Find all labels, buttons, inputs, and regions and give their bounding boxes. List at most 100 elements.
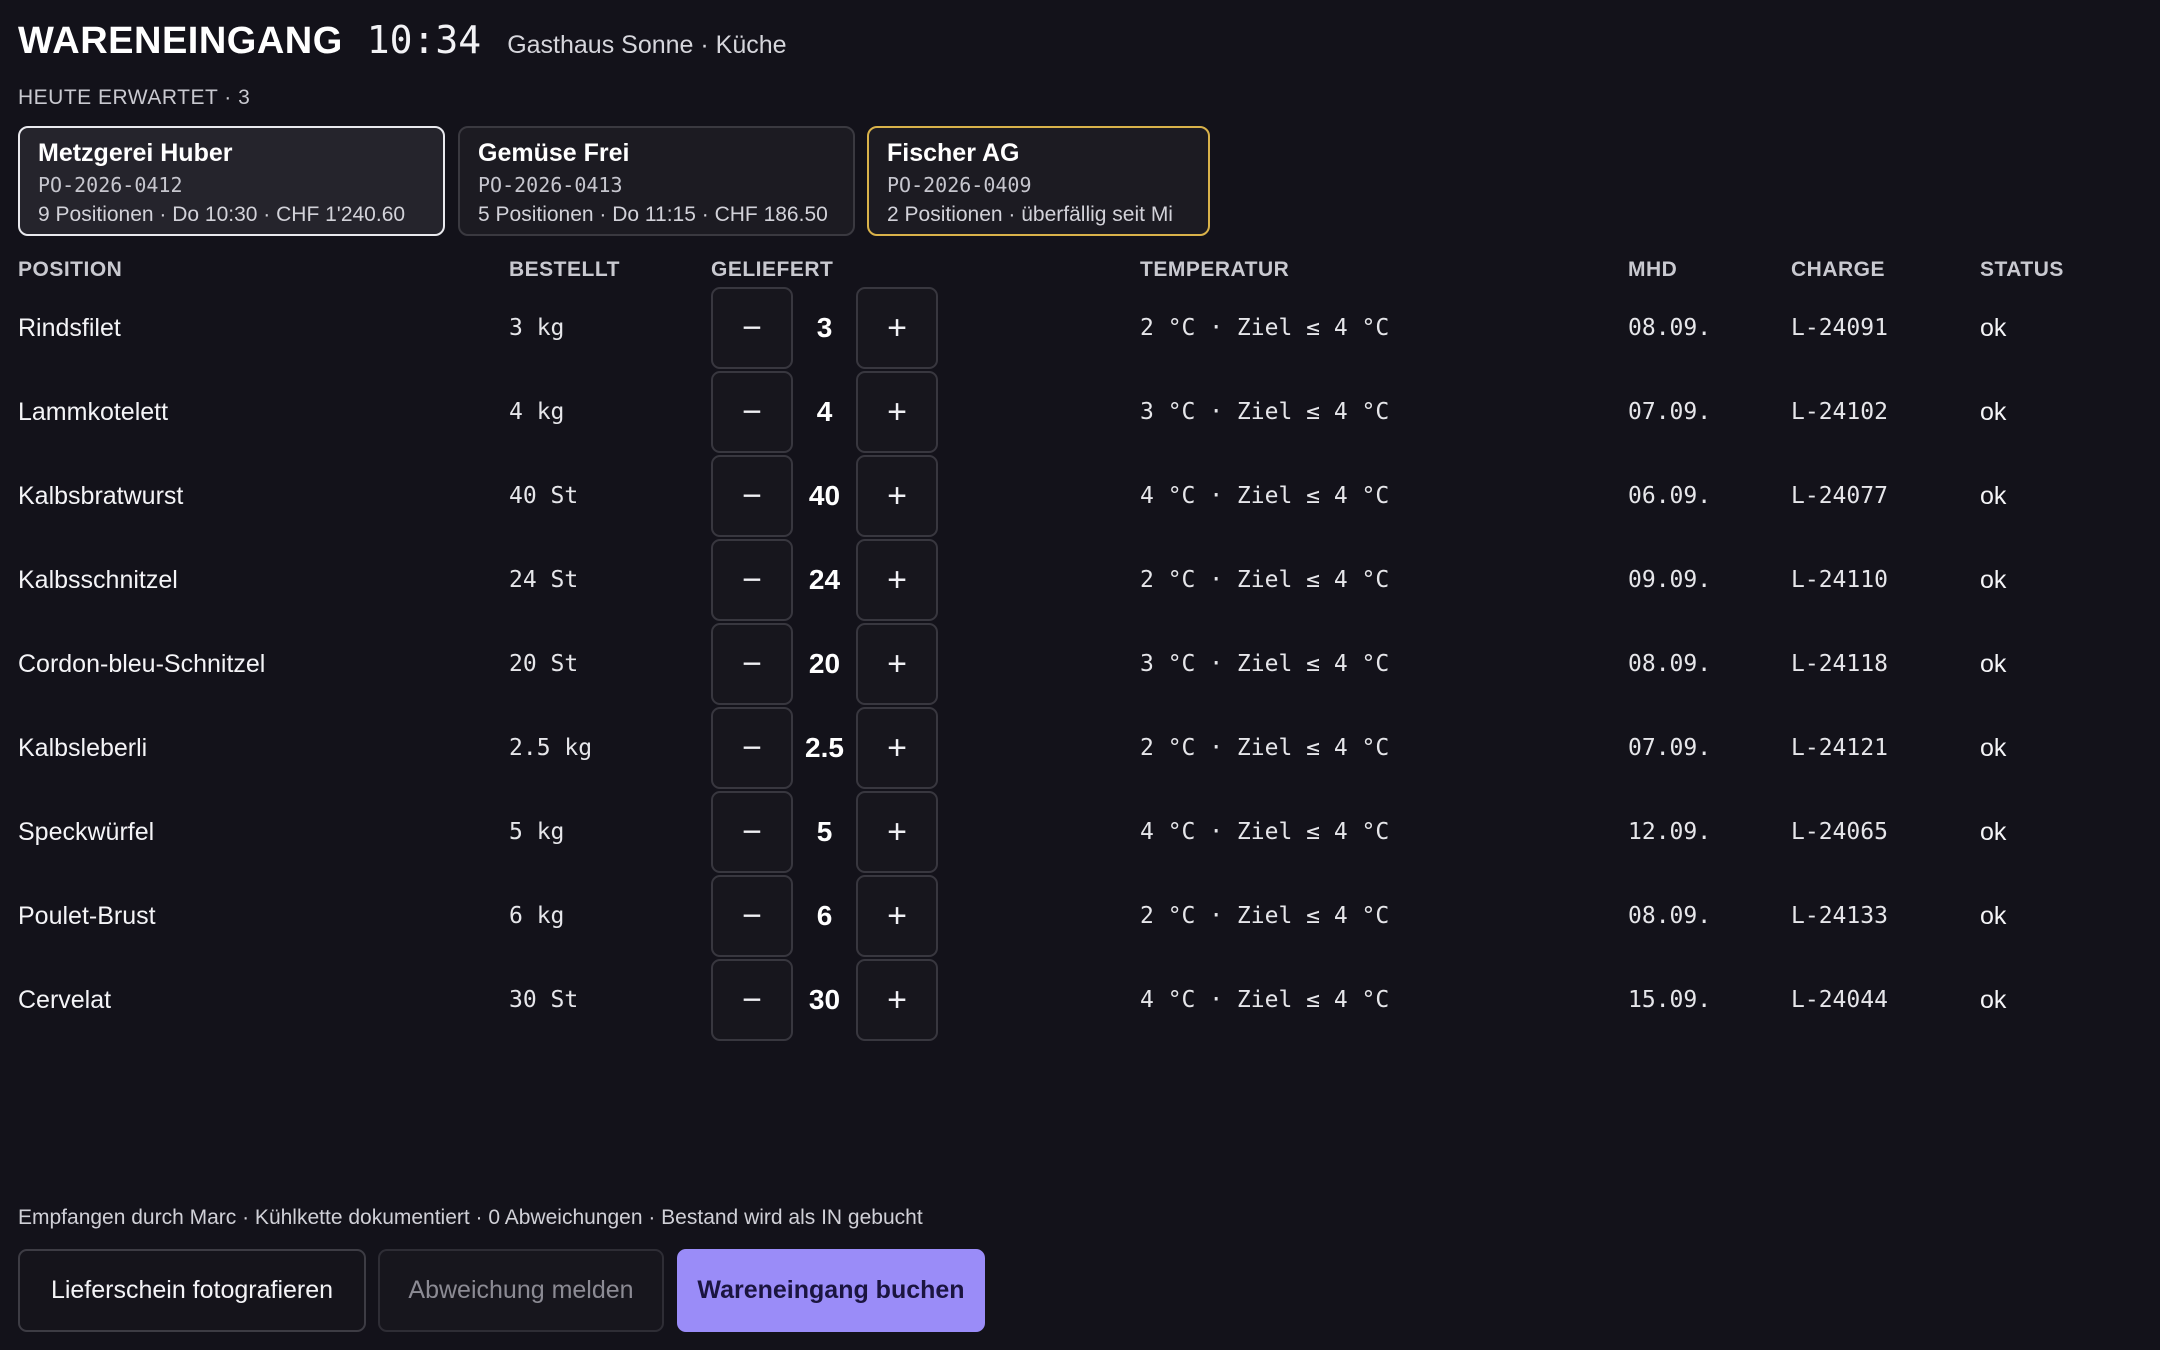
supplier-po: PO-2026-0409 bbox=[887, 173, 1032, 197]
minus-icon: − bbox=[742, 981, 762, 1019]
temperature-reading: 4 °C · Ziel ≤ 4 °C bbox=[1140, 483, 1390, 509]
table-row: Kalbsbratwurst 40 St − 40 +4 °C · Ziel ≤ 4 °… bbox=[0, 454, 2160, 538]
status-label: ok bbox=[1980, 986, 2007, 1014]
increase-quantity-button[interactable]: + bbox=[856, 287, 938, 369]
plus-icon: + bbox=[887, 981, 907, 1019]
minus-icon: − bbox=[742, 393, 762, 431]
temperature-reading: 3 °C · Ziel ≤ 4 °C bbox=[1140, 399, 1390, 425]
delivered-quantity: 4 bbox=[816, 396, 833, 427]
photo-delivery-note-button[interactable]: Lieferschein fotografieren bbox=[18, 1249, 366, 1332]
increase-quantity-button[interactable]: + bbox=[856, 539, 938, 621]
item-name: Rindsfilet bbox=[18, 314, 121, 342]
table-row: Cervelat 30 St − 30 +4 °C · Ziel ≤ 4 °C 15.09… bbox=[0, 958, 2160, 1042]
report-deviation-button[interactable]: Abweichung melden bbox=[378, 1249, 664, 1332]
increase-quantity-button[interactable]: + bbox=[856, 959, 938, 1041]
decrease-quantity-button[interactable]: − bbox=[711, 707, 793, 789]
item-name: Poulet-Brust bbox=[18, 902, 156, 930]
delivered-quantity: 24 bbox=[808, 564, 841, 595]
best-before-date: 06.09. bbox=[1628, 483, 1712, 509]
minus-icon: − bbox=[742, 813, 762, 851]
footer-note: Empfangen durch Marc · Kühlkette dokumen… bbox=[18, 1206, 923, 1229]
increase-quantity-button[interactable]: + bbox=[856, 623, 938, 705]
status-label: ok bbox=[1980, 482, 2007, 510]
table-row: Poulet-Brust 6 kg − 6 +2 °C · Ziel ≤ 4 °C 08.… bbox=[0, 874, 2160, 958]
minus-icon: − bbox=[742, 309, 762, 347]
increase-quantity-button[interactable]: + bbox=[856, 371, 938, 453]
column-header-charge: CHARGE bbox=[1791, 258, 1886, 281]
item-name: Cervelat bbox=[18, 986, 112, 1014]
status-label: ok bbox=[1980, 902, 2007, 930]
decrease-quantity-button[interactable]: − bbox=[711, 791, 793, 873]
increase-quantity-button[interactable]: + bbox=[856, 791, 938, 873]
batch-number: L-24091 bbox=[1791, 315, 1888, 341]
batch-number: L-24102 bbox=[1791, 399, 1888, 425]
supplier-name: Gemüse Frei bbox=[478, 139, 630, 167]
table-row: Kalbsschnitzel 24 St − 24 +2 °C · Ziel ≤ 4 °… bbox=[0, 538, 2160, 622]
batch-number: L-24121 bbox=[1791, 735, 1888, 761]
item-name: Cordon-bleu-Schnitzel bbox=[18, 650, 266, 678]
supplier-card-gemuese-frei[interactable]: Gemüse Frei PO-2026-0413 5 Positionen · … bbox=[458, 126, 855, 236]
table-row: Kalbsleberli 2.5 kg − 2.5 +2 °C · Ziel ≤ 4 °… bbox=[0, 706, 2160, 790]
table-row: Lammkotelett 4 kg − 4 +3 °C · Ziel ≤ 4 °C 07.… bbox=[0, 370, 2160, 454]
batch-number: L-24110 bbox=[1791, 567, 1888, 593]
location-label: Gasthaus Sonne · Küche bbox=[507, 31, 787, 59]
plus-icon: + bbox=[887, 897, 907, 935]
decrease-quantity-button[interactable]: − bbox=[711, 371, 793, 453]
decrease-quantity-button[interactable]: − bbox=[711, 287, 793, 369]
column-header-delivered: GELIEFERT bbox=[711, 258, 834, 281]
supplier-card-fischer-ag[interactable]: Fischer AG PO-2026-0409 2 Positionen · ü… bbox=[867, 126, 1210, 236]
best-before-date: 08.09. bbox=[1628, 903, 1712, 929]
item-name: Lammkotelett bbox=[18, 398, 169, 426]
decrease-quantity-button[interactable]: − bbox=[711, 455, 793, 537]
expected-deliveries-label: HEUTE ERWARTET · 3 bbox=[18, 86, 251, 109]
minus-icon: − bbox=[742, 645, 762, 683]
table-header: POSITION BESTELLT GELIEFERT TEMPERATUR M… bbox=[0, 257, 2160, 283]
supplier-name: Fischer AG bbox=[887, 139, 1020, 167]
increase-quantity-button[interactable]: + bbox=[856, 455, 938, 537]
minus-icon: − bbox=[742, 729, 762, 767]
batch-number: L-24118 bbox=[1791, 651, 1888, 677]
minus-icon: − bbox=[742, 897, 762, 935]
ordered-quantity: 40 St bbox=[509, 483, 579, 509]
table-row: Cordon-bleu-Schnitzel 20 St − 20 +3 °C · Zie… bbox=[0, 622, 2160, 706]
column-header-position: POSITION bbox=[18, 258, 123, 281]
ordered-quantity: 20 St bbox=[509, 651, 579, 677]
table-row: Rindsfilet 3 kg − 3 +2 °C · Ziel ≤ 4 °C 08.09… bbox=[0, 286, 2160, 370]
delivered-quantity: 5 bbox=[816, 816, 833, 847]
ordered-quantity: 4 kg bbox=[509, 399, 565, 425]
item-name: Kalbsschnitzel bbox=[18, 566, 178, 594]
supplier-meta: 5 Positionen · Do 11:15 · CHF 186.50 bbox=[478, 203, 828, 226]
page-title: WARENEINGANG bbox=[18, 20, 343, 62]
best-before-date: 09.09. bbox=[1628, 567, 1712, 593]
supplier-card-metzgerei-huber[interactable]: Metzgerei Huber PO-2026-0412 9 Positione… bbox=[18, 126, 445, 236]
status-label: ok bbox=[1980, 398, 2007, 426]
supplier-po: PO-2026-0412 bbox=[38, 173, 183, 197]
plus-icon: + bbox=[887, 561, 907, 599]
column-header-temperature: TEMPERATUR bbox=[1140, 258, 1290, 281]
delivered-quantity: 3 bbox=[816, 312, 833, 343]
plus-icon: + bbox=[887, 477, 907, 515]
decrease-quantity-button[interactable]: − bbox=[711, 959, 793, 1041]
status-label: ok bbox=[1980, 566, 2007, 594]
book-goods-receipt-button[interactable]: Wareneingang buchen bbox=[677, 1249, 985, 1332]
item-name: Kalbsbratwurst bbox=[18, 482, 184, 510]
temperature-reading: 4 °C · Ziel ≤ 4 °C bbox=[1140, 819, 1390, 845]
temperature-reading: 2 °C · Ziel ≤ 4 °C bbox=[1140, 315, 1390, 341]
decrease-quantity-button[interactable]: − bbox=[711, 623, 793, 705]
supplier-meta: 9 Positionen · Do 10:30 · CHF 1'240.60 bbox=[38, 203, 406, 226]
plus-icon: + bbox=[887, 645, 907, 683]
increase-quantity-button[interactable]: + bbox=[856, 875, 938, 957]
decrease-quantity-button[interactable]: − bbox=[711, 875, 793, 957]
column-header-mhd: MHD bbox=[1628, 258, 1678, 281]
delivered-quantity: 2.5 bbox=[805, 732, 844, 763]
batch-number: L-24077 bbox=[1791, 483, 1888, 509]
temperature-reading: 2 °C · Ziel ≤ 4 °C bbox=[1140, 903, 1390, 929]
temperature-reading: 2 °C · Ziel ≤ 4 °C bbox=[1140, 735, 1390, 761]
temperature-reading: 3 °C · Ziel ≤ 4 °C bbox=[1140, 651, 1390, 677]
supplier-meta: 2 Positionen · überfällig seit Mi bbox=[887, 203, 1173, 226]
ordered-quantity: 2.5 kg bbox=[509, 735, 593, 761]
decrease-quantity-button[interactable]: − bbox=[711, 539, 793, 621]
increase-quantity-button[interactable]: + bbox=[856, 707, 938, 789]
column-header-status: STATUS bbox=[1980, 258, 2064, 281]
batch-number: L-24133 bbox=[1791, 903, 1888, 929]
